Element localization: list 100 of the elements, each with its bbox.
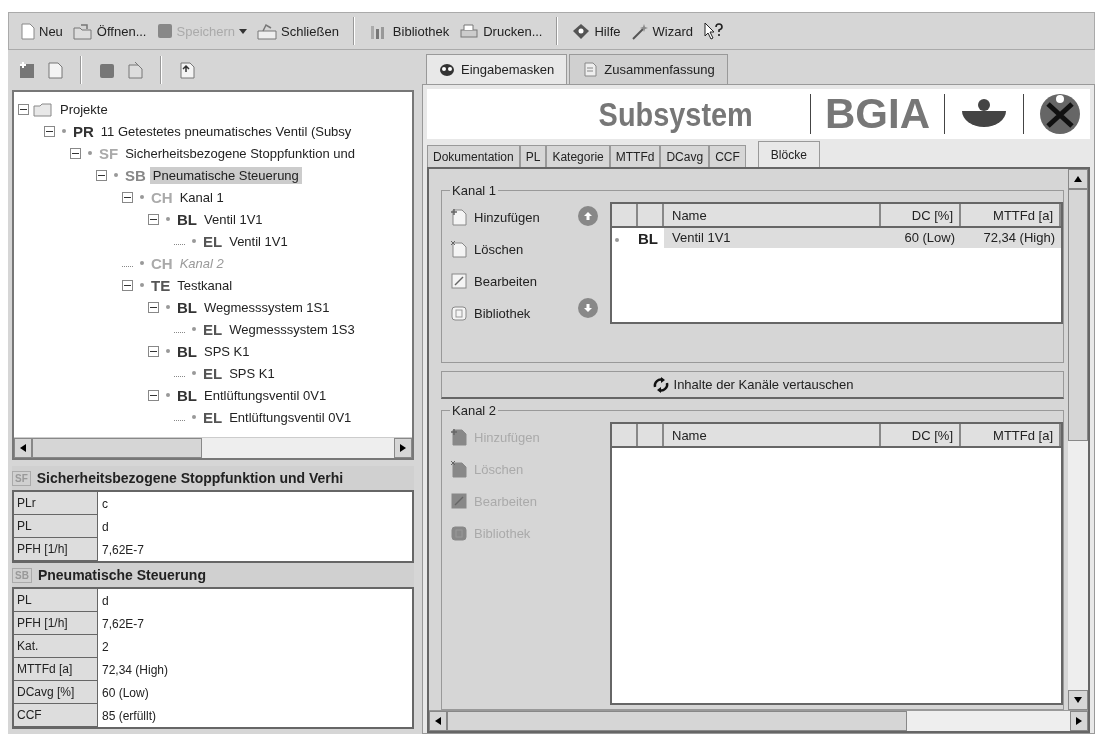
property-label: PFH [1/h] <box>14 612 98 635</box>
collapse-icon[interactable] <box>122 191 133 203</box>
toolbar-button[interactable]: Hilfe <box>570 20 623 42</box>
pencil-page-icon <box>450 492 468 510</box>
move-down-button[interactable] <box>578 298 598 318</box>
property-label: CCF <box>14 704 98 727</box>
column-header[interactable]: DC [%] <box>881 204 961 226</box>
tree-item[interactable]: Entlüftungsventil 0V1 <box>201 386 330 404</box>
arrow-up-icon <box>1074 176 1082 182</box>
pencil-page-icon <box>450 272 468 290</box>
bullet-icon <box>114 173 118 177</box>
property-label: Kat. <box>14 635 98 658</box>
collapse-icon[interactable] <box>148 389 159 401</box>
toolbar-button[interactable]: Neu <box>19 20 65 42</box>
bullet-icon <box>166 217 170 221</box>
tree-item[interactable]: Testkanal <box>174 276 236 294</box>
square-icon <box>156 23 173 39</box>
delete-page-icon <box>450 240 468 258</box>
tree-item[interactable]: Pneumatische Steuerung <box>149 166 302 184</box>
block-icon[interactable] <box>98 61 116 79</box>
tree-item[interactable]: Projekte <box>57 100 111 118</box>
document-icon <box>582 62 599 77</box>
collapse-icon[interactable] <box>70 147 81 159</box>
bullet-icon <box>88 151 92 155</box>
arrow-right-icon <box>400 444 406 452</box>
action-button[interactable]: Bearbeiten <box>450 270 550 292</box>
property-value: 85 (erfüllt) <box>101 707 157 725</box>
swap-button[interactable]: Inhalte der Kanäle vertauschen <box>441 371 1064 399</box>
column-header[interactable]: Name <box>664 204 881 226</box>
tree-item[interactable]: Ventil 1V1 <box>201 210 266 228</box>
toolbar-button[interactable]: Drucken... <box>457 20 545 42</box>
bullet-icon <box>615 238 619 242</box>
arrow-up-icon <box>583 211 593 221</box>
diamond-icon <box>572 22 591 40</box>
action-button[interactable]: Hinzufügen <box>450 206 550 228</box>
folder-icon <box>72 22 93 40</box>
block-row[interactable]: BL Ventil 1V1 60 (Low) 72,34 (High) <box>612 228 1061 248</box>
collapse-icon[interactable] <box>18 103 29 115</box>
tree-item[interactable]: Ventil 1V1 <box>226 232 291 250</box>
tray-icon <box>257 22 278 40</box>
collapse-icon[interactable] <box>148 345 159 357</box>
tab[interactable]: Blöcke <box>757 141 820 167</box>
move-up-button[interactable] <box>578 206 598 226</box>
action-button[interactable]: Bibliothek <box>450 302 550 324</box>
collapse-icon[interactable] <box>148 213 159 225</box>
add-page-icon[interactable] <box>18 61 36 79</box>
add-page-icon <box>450 208 468 226</box>
book-icon <box>450 304 468 322</box>
tree-item[interactable]: Wegmesssystem 1S1 <box>201 298 333 316</box>
toolbar-button[interactable]: Wizard <box>628 20 695 42</box>
bullet-icon <box>166 349 170 353</box>
property-value: c <box>101 495 108 513</box>
property-label: PL <box>14 515 98 538</box>
tab[interactable]: CCF <box>709 145 746 167</box>
tab[interactable]: Kategorie <box>546 145 610 167</box>
tab[interactable]: Zusammenfassung <box>569 54 728 84</box>
type-code: EL <box>203 364 223 382</box>
folder-icon <box>33 101 53 117</box>
action-button[interactable]: Löschen <box>450 238 550 260</box>
bullet-icon <box>192 239 196 243</box>
copy-page-icon[interactable] <box>126 61 144 79</box>
toolbar-button[interactable]: Öffnen... <box>70 20 149 42</box>
tab[interactable]: PL <box>519 145 547 167</box>
add-page-icon <box>450 428 468 446</box>
tree-item[interactable]: Entlüftungsventil 0V1 <box>226 408 355 426</box>
collapse-icon[interactable] <box>44 125 55 137</box>
page-icon <box>21 22 35 40</box>
horizontal-scrollbar[interactable] <box>429 710 1088 731</box>
tree-item[interactable]: SPS K1 <box>201 342 253 360</box>
arrow-down-icon <box>1074 697 1082 703</box>
mask-icon <box>439 62 455 77</box>
tree-item[interactable]: Wegmesssystem 1S3 <box>226 320 358 338</box>
horizontal-scrollbar[interactable] <box>14 437 412 458</box>
bullet-icon <box>62 129 66 133</box>
toolbar-button[interactable]: Bibliothek <box>366 20 452 42</box>
property-label: MTTFd [a] <box>14 658 98 681</box>
property-label: PFH [1/h] <box>14 538 98 561</box>
tree-item[interactable]: Sicherheitsbezogene Stoppfunktion und <box>122 144 358 162</box>
type-code: BL <box>177 386 197 404</box>
up-page-icon[interactable] <box>178 61 196 79</box>
tree-item[interactable]: 11 Getestetes pneumatisches Ventil (Subsy <box>97 122 355 140</box>
collapse-icon[interactable] <box>148 301 159 313</box>
type-code: BL <box>177 342 197 360</box>
collapse-icon[interactable] <box>96 169 107 181</box>
tab[interactable]: MTTFd <box>609 145 661 167</box>
property-value: d <box>101 518 109 536</box>
tab[interactable]: DCavg <box>660 145 710 167</box>
tab[interactable]: Eingabemasken <box>426 54 568 84</box>
wand-icon <box>630 22 649 40</box>
tree-item[interactable]: SPS K1 <box>226 364 278 382</box>
toolbar-button[interactable]: Schließen <box>255 20 341 42</box>
tab[interactable]: Dokumentation <box>427 145 520 167</box>
collapse-icon[interactable] <box>122 279 133 291</box>
tree-item[interactable]: Kanal 1 <box>176 188 227 206</box>
arrow-left-icon <box>435 717 441 725</box>
column-header[interactable]: MTTFd [a] <box>961 204 1061 226</box>
bullet-icon <box>192 327 196 331</box>
type-code: EL <box>203 232 223 250</box>
swap-icon <box>651 376 670 393</box>
vertical-scrollbar[interactable] <box>1068 169 1088 710</box>
